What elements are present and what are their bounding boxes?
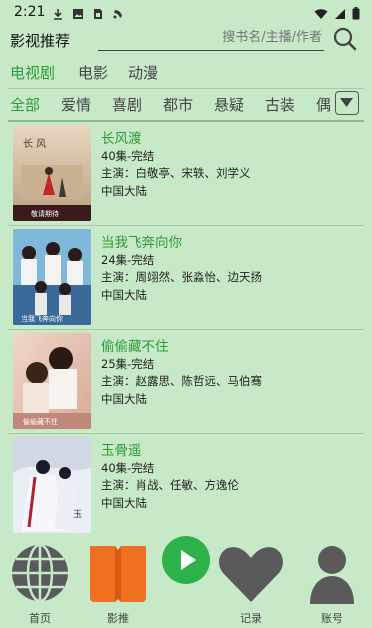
page-title: 影视推荐 [10, 32, 71, 50]
search-box[interactable] [98, 28, 324, 51]
signal-icon [334, 5, 346, 24]
download-icon [52, 5, 64, 20]
heart-icon [214, 542, 288, 604]
nav-label: 首页 [29, 612, 51, 625]
poster-image: 长 风 敬请期待 [13, 125, 91, 221]
drama-title: 当我飞奔向你 [101, 235, 182, 251]
cast: 主演：赵露思、陈哲远、马伯骞 [101, 374, 262, 388]
svg-text:偷偷藏不住: 偷偷藏不住 [23, 417, 58, 426]
divider [8, 88, 364, 89]
list-item[interactable]: 当我飞奔向你 当我飞奔向你 24集-完结 主演：周翊然、张淼怡、边天扬 中国大陆 [0, 226, 372, 330]
episode-status: 40集-完结 [101, 461, 155, 475]
tab-tv-series[interactable]: 电视剧 [10, 62, 55, 83]
image-icon [72, 5, 84, 19]
user-icon [295, 542, 369, 604]
cast: 主演：肖战、任敏、方逸伦 [101, 478, 239, 492]
genre-mystery[interactable]: 悬疑 [214, 94, 244, 115]
drama-title: 玉骨遥 [101, 443, 142, 459]
wifi-icon [314, 5, 328, 24]
battery-icon [352, 5, 360, 24]
genre-costume[interactable]: 古装 [265, 94, 295, 115]
svg-text:当我飞奔向你: 当我飞奔向你 [21, 314, 63, 323]
category-tabs: 电视剧 电影 动漫 [0, 62, 372, 86]
svg-text:玉: 玉 [73, 509, 82, 520]
tab-anime[interactable]: 动漫 [128, 62, 158, 83]
nav-label: 账号 [321, 612, 343, 625]
list-item[interactable]: 偷偷藏不住 偷偷藏不住 25集-完结 主演：赵露思、陈哲远、马伯骞 中国大陆 [0, 330, 372, 434]
cast: 主演：白敬亭、宋轶、刘学义 [101, 166, 251, 180]
nav-label: 影推 [107, 612, 129, 625]
poster-image: 玉 [13, 437, 91, 533]
genre-dropdown-button[interactable] [335, 91, 359, 115]
genre-all[interactable]: 全部 [10, 94, 40, 115]
poster-image: 当我飞奔向你 [13, 229, 91, 325]
play-button[interactable] [162, 536, 210, 584]
drama-title: 长风渡 [101, 131, 142, 147]
episode-status: 25集-完结 [101, 357, 155, 371]
region: 中国大陆 [101, 392, 147, 406]
region: 中国大陆 [101, 288, 147, 302]
region: 中国大陆 [101, 496, 147, 510]
genre-tabs: 全部 爱情 喜剧 都市 悬疑 古装 偶 [0, 94, 372, 118]
region: 中国大陆 [101, 184, 147, 198]
status-time: 2:21 [14, 4, 46, 20]
episode-status: 40集-完结 [101, 149, 155, 163]
search-button[interactable] [332, 26, 358, 52]
list-item[interactable]: 长 风 敬请期待 长风渡 40集-完结 主演：白敬亭、宋轶、刘学义 中国大陆 [0, 122, 372, 226]
poster-image: 偷偷藏不住 [13, 333, 91, 429]
nav-account[interactable]: 账号 [295, 534, 369, 628]
book-icon [81, 542, 155, 604]
genre-comedy[interactable]: 喜剧 [112, 94, 142, 115]
cast: 主演：周翊然、张淼怡、边天扬 [101, 270, 262, 284]
genre-romance[interactable]: 爱情 [61, 94, 91, 115]
nav-label: 记录 [240, 612, 262, 625]
svg-text:长 风: 长 风 [23, 138, 46, 150]
nav-history[interactable]: 记录 [214, 534, 288, 628]
search-input[interactable] [102, 30, 322, 45]
drama-title: 偷偷藏不住 [101, 339, 169, 355]
nav-home[interactable]: 首页 [3, 534, 77, 628]
genre-urban[interactable]: 都市 [163, 94, 193, 115]
tab-movies[interactable]: 电影 [78, 62, 108, 83]
notification-icon [112, 5, 124, 19]
triangle-down-icon [340, 98, 353, 107]
list-item[interactable]: 玉 玉骨遥 40集-完结 主演：肖战、任敏、方逸伦 中国大陆 [0, 434, 372, 538]
svg-text:敬请期待: 敬请期待 [31, 209, 59, 218]
episode-status: 24集-完结 [101, 253, 155, 267]
search-icon [333, 27, 357, 51]
header: 影视推荐 [0, 26, 372, 54]
globe-icon [3, 542, 77, 604]
sim-icon [92, 5, 104, 19]
nav-recommend[interactable]: 影推 [81, 534, 155, 628]
genre-idol[interactable]: 偶 [316, 94, 331, 115]
play-icon [181, 550, 196, 570]
status-bar: 2:21 [0, 0, 372, 24]
